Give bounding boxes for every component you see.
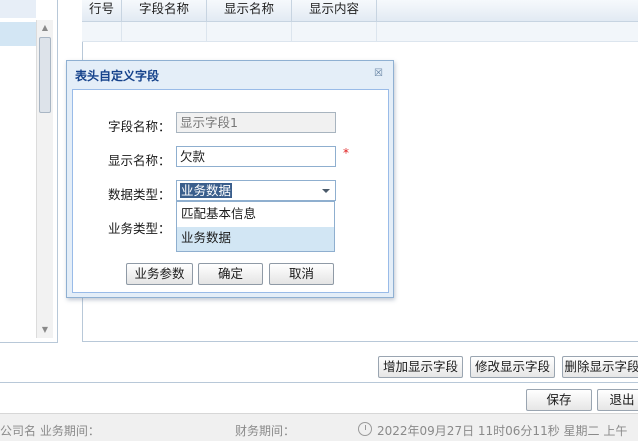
- column-header-display-content[interactable]: 显示内容: [292, 0, 377, 22]
- business-type-label: 业务类型：: [108, 221, 171, 236]
- ok-button[interactable]: 确定: [198, 263, 263, 285]
- add-display-field-button[interactable]: 增加显示字段: [378, 356, 463, 378]
- column-header-field-name[interactable]: 字段名称: [122, 0, 207, 22]
- status-finance-period: 财务期间：: [235, 424, 296, 438]
- required-mark: *: [343, 146, 349, 160]
- chevron-down-icon[interactable]: [317, 181, 335, 200]
- display-name-input[interactable]: 欠款: [176, 146, 336, 167]
- delete-display-field-button[interactable]: 删除显示字段: [562, 356, 638, 378]
- grid-header: 行号 字段名称 显示名称 显示内容: [82, 0, 638, 22]
- dialog-title: 表头自定义字段: [75, 69, 160, 83]
- left-list-selected-row[interactable]: [0, 22, 36, 46]
- left-list-scrollbar[interactable]: ▲ ▼: [36, 20, 53, 338]
- data-type-dropdown: 匹配基本信息 业务数据: [176, 201, 335, 252]
- clock-icon: [358, 422, 372, 436]
- field-name-input[interactable]: 显示字段1: [176, 112, 336, 133]
- table-cell: [82, 22, 122, 42]
- table-cell: [122, 22, 207, 42]
- left-list-header: [0, 0, 36, 18]
- status-bar: 公司名 业务期间： 财务期间： 2022年09月27日 11时06分11秒 星期…: [0, 413, 638, 441]
- cancel-button[interactable]: 取消: [269, 263, 334, 285]
- close-icon[interactable]: ☒: [374, 68, 383, 80]
- scroll-up-icon[interactable]: ▲: [37, 20, 53, 36]
- data-type-label: 数据类型：: [108, 187, 171, 202]
- custom-header-field-dialog: 表头自定义字段 ☒ 字段名称： 显示字段1 显示名称： 欠款 * 数据类型： 业…: [66, 60, 394, 298]
- save-button[interactable]: 保存: [526, 389, 592, 411]
- exit-button[interactable]: 退出: [597, 389, 638, 411]
- scroll-down-icon[interactable]: ▼: [37, 322, 53, 338]
- dropdown-option-business-data[interactable]: 业务数据: [177, 227, 334, 251]
- field-name-label: 字段名称：: [108, 119, 171, 134]
- display-name-label: 显示名称：: [108, 153, 171, 168]
- status-datetime: 2022年09月27日 11时06分11秒 星期二 上午: [377, 424, 628, 438]
- status-business-period: 公司名 业务期间：: [0, 424, 100, 438]
- edit-display-field-button[interactable]: 修改显示字段: [470, 356, 555, 378]
- data-type-selected-value: 业务数据: [180, 183, 233, 198]
- table-cell: [207, 22, 292, 42]
- business-params-button[interactable]: 业务参数: [126, 263, 193, 285]
- column-header-display-name[interactable]: 显示名称: [207, 0, 292, 22]
- table-cell: [292, 22, 377, 42]
- column-header-row-no[interactable]: 行号: [82, 0, 122, 22]
- dropdown-option-match-basic-info[interactable]: 匹配基本信息: [177, 203, 334, 227]
- dialog-body: 字段名称： 显示字段1 显示名称： 欠款 * 数据类型： 业务数据 业务类型： …: [72, 89, 389, 293]
- data-type-select[interactable]: 业务数据: [176, 180, 336, 201]
- table-row[interactable]: [82, 22, 638, 42]
- scroll-thumb[interactable]: [39, 37, 51, 113]
